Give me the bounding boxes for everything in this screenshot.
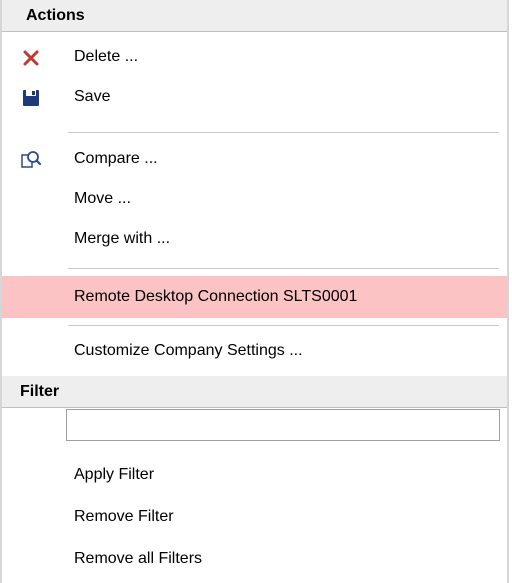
save-action[interactable]: Save [2,80,507,114]
delete-label: Delete ... [74,48,139,65]
merge-action[interactable]: Merge with ... [2,222,507,256]
filter-input[interactable] [66,409,500,441]
delete-action[interactable]: Delete ... [2,40,507,74]
remove-all-filters-action[interactable]: Remove all Filters [2,542,507,576]
floppy-disk-icon [20,87,42,109]
delete-x-icon [20,47,42,69]
remove-filter-label: Remove Filter [74,508,174,525]
compare-action[interactable]: Compare ... [2,142,507,176]
move-label: Move ... [74,190,131,207]
remove-all-filters-label: Remove all Filters [74,550,203,567]
apply-filter-action[interactable]: Apply Filter [2,458,507,492]
actions-header: Actions [2,0,507,32]
merge-label: Merge with ... [74,230,171,247]
move-action[interactable]: Move ... [2,182,507,216]
separator [68,325,499,326]
compare-magnifier-icon [20,149,42,171]
compare-label: Compare ... [74,150,158,167]
filter-header: Filter [2,376,507,408]
separator [68,132,499,133]
separator [68,268,499,269]
customize-company-settings-label: Customize Company Settings ... [74,342,303,359]
apply-filter-label: Apply Filter [74,466,155,483]
remove-filter-action[interactable]: Remove Filter [2,500,507,534]
remote-desktop-action[interactable]: Remote Desktop Connection SLTS0001 [2,276,507,318]
actions-filter-panel: Actions Delete ... Save Compare ... Move… [0,0,509,583]
save-label: Save [74,88,111,105]
remote-desktop-label: Remote Desktop Connection SLTS0001 [74,288,358,305]
customize-company-settings-action[interactable]: Customize Company Settings ... [2,334,507,368]
